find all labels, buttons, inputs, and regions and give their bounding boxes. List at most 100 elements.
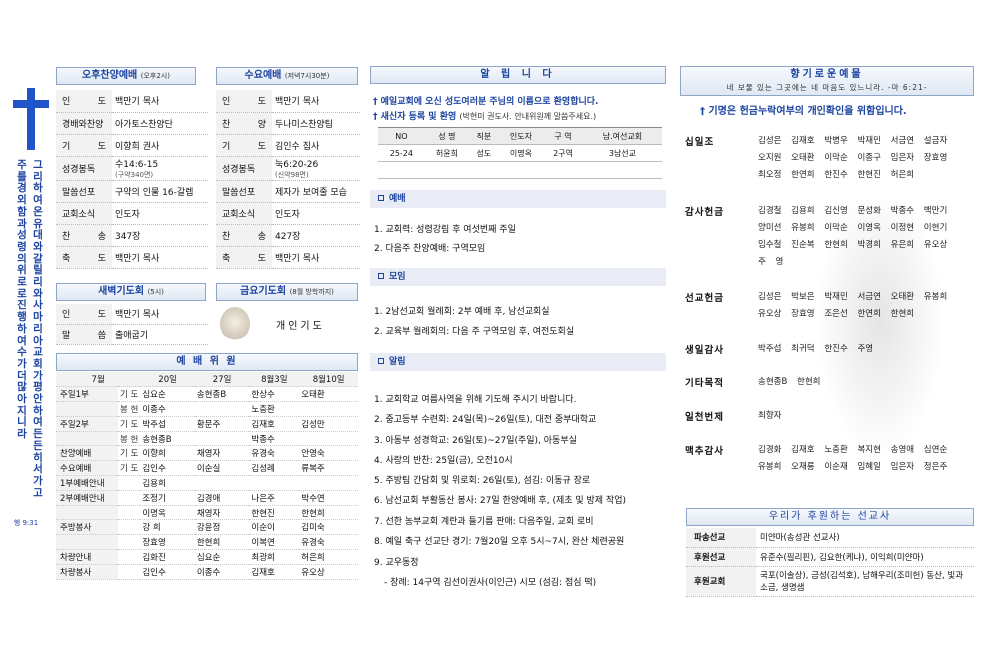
notice-item: 9. 교우동정 xyxy=(374,558,419,568)
newcomer-header-row: NO 성 명 직분 인도자 구 역 남.여선교회 xyxy=(378,127,662,145)
committee-cell xyxy=(299,475,358,491)
square-icon xyxy=(378,273,384,279)
offering-group-names: 김성은 김재호 박병우 박재민 서금연 설금자 오지원 오태환 이막순 이종구 임… xyxy=(758,133,978,184)
offering-group-label: 기타목적 xyxy=(685,378,724,389)
service-row: 말씀선포 구약의 인물 16-갈렙 xyxy=(56,180,208,203)
service-row: 성경봉독 수14:6-15 (구약340면) xyxy=(56,156,208,181)
service-row: 인 도 백만기 목사 xyxy=(56,90,208,113)
missionary-row: 파송선교 미얀마(송성관 선교사) xyxy=(686,528,974,548)
committee-role: 주일2부 xyxy=(56,416,118,432)
committee-row: 이명옥 채영자 한현진 한현희 xyxy=(56,505,358,521)
committee-header-cell: 20일 xyxy=(140,372,195,388)
service-value: 구약의 인물 16-갈렙 xyxy=(112,180,208,203)
committee-sub xyxy=(118,534,141,551)
service-label: 축 도 xyxy=(216,246,272,269)
committee-sub xyxy=(118,505,141,521)
service-row: 축 도 백만기 목사 xyxy=(56,246,208,269)
committee-cell: 박수연 xyxy=(299,490,358,506)
cross-icon xyxy=(27,88,35,150)
offering-group-label: 선교헌금 xyxy=(685,293,724,304)
notice-item: 2. 중고등부 수련회: 24일(목)~26일(토), 대전 중부대학교 xyxy=(374,415,597,425)
committee-cell xyxy=(194,401,250,417)
newcomer-header-cell: 인도자 xyxy=(498,127,544,145)
committee-row: 주일2부 기 도 박주섭 황문주 김재호 김성만 xyxy=(56,416,358,432)
missionary-header: 우리가 후원하는 선교사 xyxy=(686,508,974,526)
committee-cell: 김재호 xyxy=(249,416,300,432)
committee-cell: 유오상 xyxy=(299,564,358,580)
committee-header-row: 7월 20일 27일 8월3일 8월10일 xyxy=(56,372,358,388)
committee-cell: 김용희 xyxy=(140,475,195,491)
offering-name-line: 송현종B 한현희 xyxy=(758,377,821,387)
service-row: 인 도 백만기 목사 xyxy=(216,90,360,113)
committee-sub: 기 도 xyxy=(118,460,141,477)
committee-row: 봉 헌 이종수 노충환 xyxy=(56,401,358,417)
service-value-text: 제자가 보여줄 모습 xyxy=(275,187,347,198)
service-value: 눅6:20-26 (신약98면) xyxy=(272,156,360,181)
committee-cell: 김미숙 xyxy=(299,519,358,536)
committee-cell: 송현종B xyxy=(140,431,195,447)
offering-group-label: 일천번제 xyxy=(685,412,724,423)
newcomer-row: 25-24 허윤희 성도 이명옥 2구역 3남선교 xyxy=(378,144,662,162)
committee-cell: 이복연 xyxy=(249,534,300,551)
service-value-text: 이향희 권사 xyxy=(115,141,160,152)
committee-sub: 기 도 xyxy=(118,445,141,462)
service-value-text: 구약의 인물 16-갈렙 xyxy=(115,187,194,198)
committee-role: 차량봉사 xyxy=(56,564,118,580)
missionary-value: 국포(이솔상), 금성(김석호), 남해우리(조미헌) 동산, 빛과소금, 생명… xyxy=(756,566,974,597)
newcomer-blank-cell xyxy=(498,161,544,179)
offering-verse: 네 보물 있는 그곳에는 네 마음도 있느니라. -마 6:21- xyxy=(726,83,928,92)
committee-cell: 이향희 xyxy=(140,445,195,462)
committee-role xyxy=(56,431,118,447)
committee-cell: 김경애 xyxy=(194,490,250,506)
newcomer-blank-cell xyxy=(543,161,583,179)
newcomer-cell: 3남선교 xyxy=(582,144,662,162)
service-value: 인도자 xyxy=(112,202,208,225)
newcomer-line: † 새신자 등록 및 환영 (박현미 권도사. 안내위원께 말씀주세요.) xyxy=(373,112,597,122)
committee-row: 1부예배안내 김용희 xyxy=(56,475,358,491)
offering-group-label: 감사헌금 xyxy=(685,207,724,218)
notices-header: 알 립 니 다 xyxy=(370,66,666,84)
offering-name-line: 최향자 xyxy=(758,411,782,421)
service-label: 교회소식 xyxy=(56,202,112,225)
service-value-text: 백만기 목사 xyxy=(115,253,160,264)
notice-item: 5. 주방팀 간담회 및 위로회: 26일(토), 섬김: 이동규 장로 xyxy=(374,476,591,486)
offering-name-line: 김경화 김재호 노충환 복지현 송영애 심연순 xyxy=(758,445,948,455)
offering-name-line: 박주섭 최귀덕 한진수 주영 xyxy=(758,344,874,354)
offering-group-names: 박주섭 최귀덕 한진수 주영 xyxy=(758,341,978,358)
service-row: 찬 송 347장 xyxy=(56,224,208,247)
offering-name-line: 최오정 한연희 한진수 한현진 허은희 xyxy=(758,170,915,180)
service-value-text: 347장 xyxy=(115,231,141,242)
offering-group-label: 맥추감사 xyxy=(685,446,724,457)
service-value: 백만기 목사 xyxy=(112,90,208,113)
welcome-line: † 예일교회에 오신 성도여러분 주님의 이름으로 환영합니다. xyxy=(373,97,599,107)
committee-cell: 이명옥 xyxy=(140,505,195,521)
notice-item: 2. 교육부 월례회의: 다음 주 구역모임 후, 여전도회실 xyxy=(374,327,575,337)
service-value: 백만기 목사 xyxy=(112,304,208,325)
notice-item: 1. 교회학교 여름사역을 위해 기도해 주시기 바랍니다. xyxy=(374,395,577,405)
offering-group-label: 십일조 xyxy=(685,137,715,148)
missionary-label: 후원선교 xyxy=(686,547,756,567)
committee-role: 2부예배안내 xyxy=(56,490,118,506)
service-value-text: 김인수 집사 xyxy=(275,141,320,152)
missionary-row: 후원교회 국포(이솔상), 금성(김석호), 남해우리(조미헌) 동산, 빛과소금… xyxy=(686,566,974,597)
committee-row: 차량안내 김화진 심요순 최광희 허은희 xyxy=(56,549,358,565)
service-value-text: 수14:6-15 xyxy=(115,159,159,170)
dawn-table: 인 도 백만기 목사 말 씀 출애굽기 xyxy=(56,304,208,345)
service-label: 말씀선포 xyxy=(216,180,272,203)
offering-group-names: 송현종B 한현희 xyxy=(758,374,978,391)
service-value: 이향희 권사 xyxy=(112,134,208,157)
offering-name-line: 오지원 오태환 이막순 이종구 임은자 장효영 xyxy=(758,153,948,163)
committee-cell: 김인수 xyxy=(140,460,195,477)
service-row: 말씀선포 제자가 보여줄 모습 xyxy=(216,180,360,203)
notice-item: 1. 교회력: 성령강림 후 여섯번째 주일 xyxy=(374,225,516,235)
service-label: 기 도 xyxy=(56,134,112,157)
committee-role xyxy=(56,505,118,521)
committee-row: 장효영 한현희 이복연 유경숙 xyxy=(56,534,358,551)
service-value-text: 출애굽기 xyxy=(115,330,149,341)
committee-sub xyxy=(118,549,141,565)
committee-cell: 이종수 xyxy=(194,564,250,580)
newcomer-blank-cell xyxy=(424,161,470,179)
service-row: 인 도 백만기 목사 xyxy=(56,304,208,325)
committee-sub xyxy=(118,519,141,536)
offering-group-names: 김성은 박보은 박재민 서금연 오태환 유봉희 유오상 장효영 조은선 한연희 한… xyxy=(758,289,978,323)
